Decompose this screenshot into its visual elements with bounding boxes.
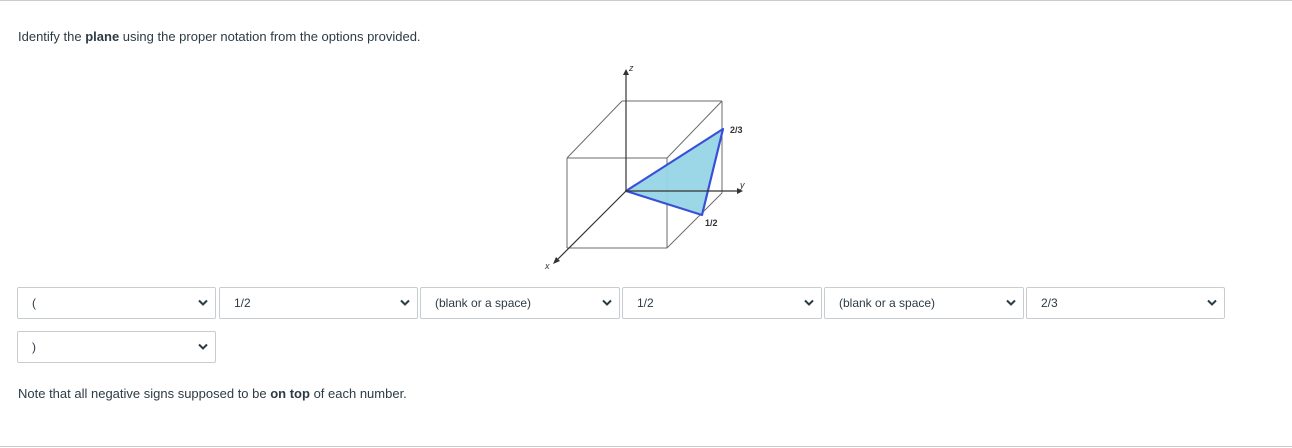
chevron-down-icon: [1006, 299, 1016, 306]
question-bold-word: plane: [85, 29, 120, 44]
select-index-k[interactable]: 1/2: [622, 287, 822, 319]
select-separator-2[interactable]: (blank or a space): [824, 287, 1024, 319]
select-open-paren[interactable]: (: [17, 287, 216, 319]
intercept-label-bottom: 1/2: [705, 218, 718, 228]
chevron-down-icon: [198, 299, 208, 306]
select-value: ): [32, 340, 36, 354]
bottom-divider: [0, 446, 1292, 447]
select-separator-1[interactable]: (blank or a space): [420, 287, 620, 319]
plane-shape: [624, 127, 725, 217]
chevron-down-icon: [400, 299, 410, 306]
select-value: (blank or a space): [435, 296, 532, 310]
y-axis-label: y: [739, 180, 745, 190]
chevron-down-icon: [602, 299, 612, 306]
select-close-paren[interactable]: ): [17, 331, 216, 363]
select-value: 1/2: [234, 296, 251, 310]
chevron-down-icon: [198, 343, 208, 350]
note-bold-phrase: on top: [270, 386, 310, 401]
select-value: (: [32, 296, 36, 310]
note-text: Note that all negative signs supposed to…: [18, 386, 407, 402]
z-axis-label: z: [628, 63, 634, 73]
select-value: (blank or a space): [839, 296, 936, 310]
cube-edge: [566, 100, 623, 159]
select-value: 1/2: [637, 296, 654, 310]
select-index-h[interactable]: 1/2: [219, 287, 418, 319]
crystal-plane-figure: z y x 2/3 1/2: [544, 63, 745, 271]
question-text: Identify the plane using the proper nota…: [18, 29, 421, 45]
chevron-down-icon: [1207, 299, 1217, 306]
select-value: 2/3: [1041, 296, 1058, 310]
note-suffix: of each number.: [309, 386, 407, 401]
note-prefix: Note that all negative signs supposed to…: [18, 386, 271, 401]
question-prefix: Identify the: [18, 29, 86, 44]
top-divider: [0, 0, 1292, 1]
x-axis-label: x: [544, 261, 550, 271]
select-index-l[interactable]: 2/3: [1026, 287, 1225, 319]
intercept-label-top: 2/3: [730, 125, 743, 135]
question-suffix: using the proper notation from the optio…: [119, 29, 421, 44]
chevron-down-icon: [804, 299, 814, 306]
